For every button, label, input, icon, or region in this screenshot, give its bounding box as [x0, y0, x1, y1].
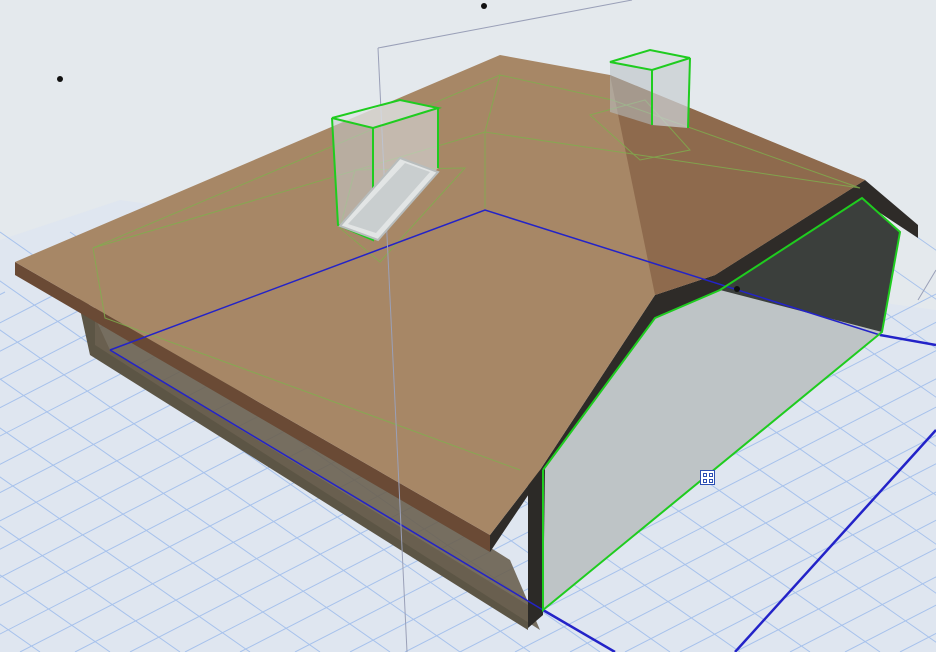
3d-scene[interactable] — [0, 0, 936, 652]
hotspot-node[interactable] — [481, 3, 487, 9]
element-edit-handle-icon[interactable] — [700, 470, 715, 485]
3d-viewport[interactable] — [0, 0, 936, 652]
hotspot-node[interactable] — [734, 286, 740, 292]
hotspot-node[interactable] — [57, 76, 63, 82]
